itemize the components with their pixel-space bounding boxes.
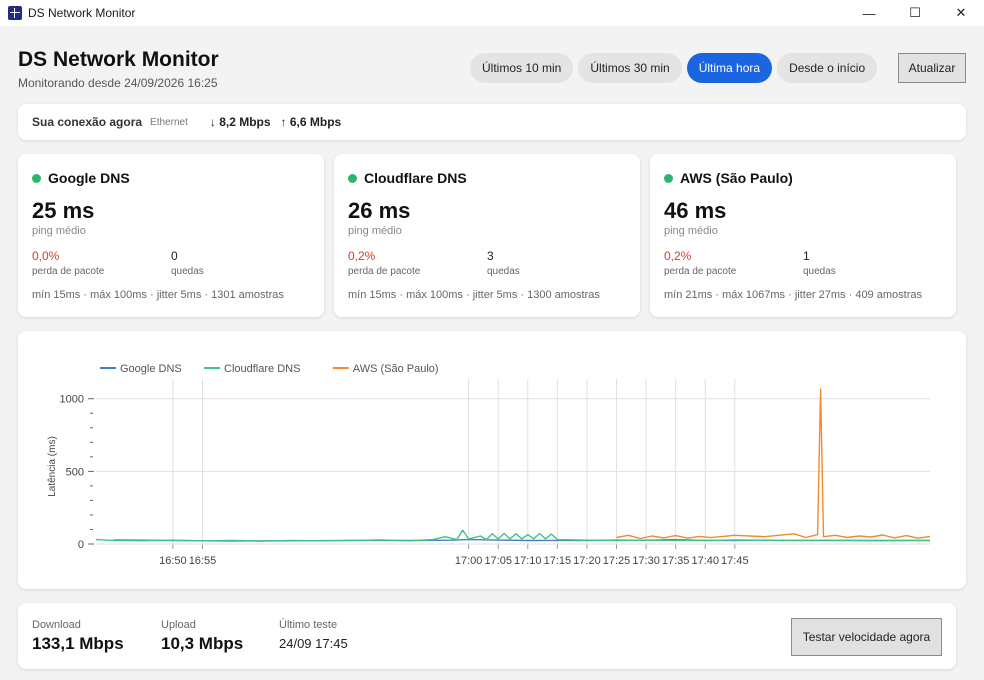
y-tick-label: 1000: [60, 394, 84, 406]
x-tick-label: 17:10: [514, 555, 542, 567]
y-tick-label: 500: [66, 466, 84, 478]
latency-chart: 16:50 16:55 17:00 17:05 17:10 17:15 17:20 17:25…: [47, 363, 931, 567]
app-icon: [8, 6, 22, 20]
last-test-value: 24/09 17:45: [279, 636, 348, 651]
status-dot-icon: [32, 173, 41, 183]
packet-loss-value: 0,2%: [664, 249, 692, 263]
download-label: Download: [32, 619, 81, 631]
drops-value: 3: [487, 249, 494, 263]
server-summary: mín 15ms · máx 100ms · jitter 5ms · 1301…: [32, 289, 284, 301]
range-all-button[interactable]: Desde o início: [777, 53, 878, 83]
range-1hour-button[interactable]: Última hora: [686, 53, 773, 83]
server-ping: 25 ms: [32, 198, 95, 223]
server-ping-label: ping médio: [348, 225, 402, 237]
x-tick-label: 17:35: [662, 555, 690, 567]
server-ping-label: ping médio: [664, 225, 718, 237]
time-range-selector: Últimos 10 min Últimos 30 min Última hor…: [470, 53, 878, 83]
page-title: DS Network Monitor: [18, 48, 219, 71]
series-line-aws-s-o-paulo-: [616, 388, 931, 540]
server-ping-label: ping médio: [32, 225, 86, 237]
run-speedtest-button[interactable]: Testar velocidade agora: [791, 618, 942, 656]
x-tick-label: 17:15: [544, 555, 572, 567]
packet-loss-label: perda de pacote: [32, 266, 105, 277]
range-10min-button[interactable]: Últimos 10 min: [470, 53, 574, 83]
x-tick-label: 16:55: [189, 555, 217, 567]
upload-value: 10,3 Mbps: [161, 634, 244, 653]
x-tick-label: 17:25: [603, 555, 631, 567]
drops-label: quedas: [487, 266, 520, 277]
server-card-aws: AWS (São Paulo) 46 ms ping médio 0,2% per…: [650, 154, 956, 317]
packet-loss-label: perda de pacote: [348, 266, 421, 277]
server-card-cloudflare: Cloudflare DNS 26 ms ping médio 0,2% perd…: [334, 154, 640, 317]
range-30min-button[interactable]: Últimos 30 min: [578, 53, 682, 83]
drops-label: quedas: [803, 266, 836, 277]
legend-label: Google DNS: [120, 363, 182, 375]
server-card-google: Google DNS 25 ms ping médio 0,0% perda de…: [18, 154, 324, 317]
window-title: DS Network Monitor: [28, 6, 136, 20]
window-titlebar: DS Network Monitor — ☐ ✕: [0, 0, 984, 26]
connection-label: Sua conexão agora: [32, 115, 143, 129]
series-line-cloudflare-dns: [95, 529, 931, 542]
server-ping: 26 ms: [348, 198, 411, 223]
x-tick-label: 16:50: [159, 555, 187, 567]
drops-label: quedas: [171, 266, 204, 277]
window-controls: — ☐ ✕: [846, 0, 984, 26]
download-value: 133,1 Mbps: [32, 634, 124, 653]
server-name: Google DNS: [48, 170, 130, 186]
maximize-icon[interactable]: ☐: [892, 0, 938, 26]
connection-card: Sua conexão agora Ethernet ↓ 8,2 Mbps ↑ …: [18, 104, 966, 140]
server-name: AWS (São Paulo): [680, 170, 793, 186]
y-axis-label: Latência (ms): [47, 436, 58, 497]
legend-label: AWS (São Paulo): [353, 363, 439, 375]
x-tick-label: 17:05: [484, 555, 512, 567]
x-tick-label: 17:30: [632, 555, 660, 567]
x-tick-label: 17:40: [691, 555, 719, 567]
status-dot-icon: [348, 173, 357, 183]
close-icon[interactable]: ✕: [938, 0, 984, 26]
packet-loss-value: 0,0%: [32, 249, 60, 263]
connection-download: ↓ 8,2 Mbps: [209, 115, 271, 129]
x-tick-label: 17:20: [573, 555, 601, 567]
server-name: Cloudflare DNS: [364, 170, 467, 186]
last-test-label: Último teste: [279, 619, 338, 631]
connection-upload: ↑ 6,6 Mbps: [280, 115, 342, 129]
server-summary: mín 15ms · máx 100ms · jitter 5ms · 1300…: [348, 289, 600, 301]
x-tick-label: 17:45: [721, 555, 749, 567]
latency-chart-card: 16:50 16:55 17:00 17:05 17:10 17:15 17:20 17:25…: [18, 331, 966, 589]
upload-label: Upload: [161, 619, 196, 631]
packet-loss-label: perda de pacote: [664, 266, 737, 277]
legend-label: Cloudflare DNS: [224, 363, 300, 375]
server-ping: 46 ms: [664, 198, 727, 223]
status-dot-icon: [664, 173, 673, 183]
drops-value: 1: [803, 249, 810, 263]
packet-loss-value: 0,2%: [348, 249, 376, 263]
refresh-button[interactable]: Atualizar: [898, 53, 966, 83]
x-tick-label: 17:00: [455, 555, 483, 567]
server-summary: mín 21ms · máx 1067ms · jitter 27ms · 40…: [664, 289, 922, 301]
drops-value: 0: [171, 249, 178, 263]
y-tick-label: 0: [78, 539, 84, 551]
page-subtitle: Monitorando desde 24/09/2026 16:25: [18, 76, 218, 90]
connection-type: Ethernet: [150, 116, 188, 128]
minimize-icon[interactable]: —: [846, 0, 892, 26]
speedtest-card: Download 133,1 Mbps Upload 10,3 Mbps Últ…: [18, 603, 956, 669]
